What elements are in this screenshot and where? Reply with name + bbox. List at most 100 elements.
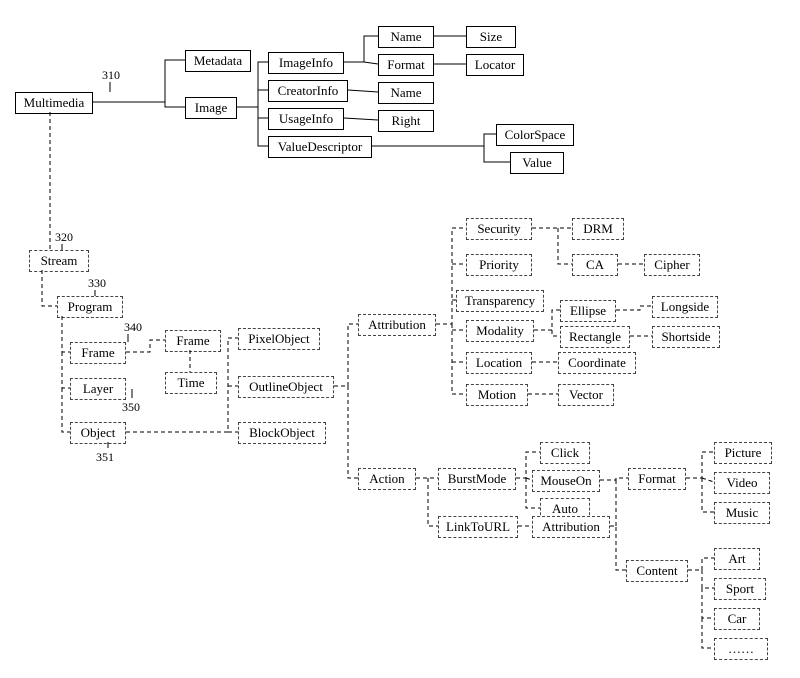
label: Car (728, 611, 747, 627)
node-content: Content (626, 560, 688, 582)
label: Image (195, 100, 227, 116)
ref-320: 320 (55, 230, 73, 245)
label: Picture (725, 445, 762, 461)
node-time: Time (165, 372, 217, 394)
label: Multimedia (24, 95, 85, 111)
label: Time (178, 375, 205, 391)
label: ImageInfo (279, 55, 333, 71)
ref-350: 350 (122, 400, 140, 415)
node-usageinfo: UsageInfo (268, 108, 344, 130)
ref-340: 340 (124, 320, 142, 335)
label: Security (477, 221, 520, 237)
node-picture: Picture (714, 442, 772, 464)
label: Size (480, 29, 502, 45)
node-pixelobject: PixelObject (238, 328, 320, 350)
node-program: Program (57, 296, 123, 318)
label: Vector (569, 387, 603, 403)
node-modality: Modality (466, 320, 534, 342)
node-format1: Format (378, 54, 434, 76)
node-value: Value (510, 152, 564, 174)
node-priority: Priority (466, 254, 532, 276)
label: CreatorInfo (278, 83, 339, 99)
label: Attribution (368, 317, 426, 333)
label: Locator (475, 57, 515, 73)
label: Frame (176, 333, 209, 349)
label: UsageInfo (279, 111, 333, 127)
label: Longside (661, 299, 709, 315)
label: Metadata (194, 53, 242, 69)
node-action: Action (358, 468, 416, 490)
label: Rectangle (569, 329, 621, 345)
node-multimedia: Multimedia (15, 92, 93, 114)
label: OutlineObject (249, 379, 323, 395)
label: Name (390, 85, 421, 101)
label: Format (387, 57, 425, 73)
node-name2: Name (378, 82, 434, 104)
label: Shortside (661, 329, 710, 345)
node-mouseon: MouseOn (532, 470, 600, 492)
node-valuedescriptor: ValueDescriptor (268, 136, 372, 158)
label: Motion (478, 387, 516, 403)
label: ValueDescriptor (278, 139, 362, 155)
label: Stream (41, 253, 78, 269)
node-transparency: Transparency (456, 290, 544, 312)
node-imageinfo: ImageInfo (268, 52, 344, 74)
label: Format (638, 471, 676, 487)
node-attribution2: Attribution (532, 516, 610, 538)
node-layer: Layer (70, 378, 126, 400)
node-sport: Sport (714, 578, 766, 600)
node-ellipse: Ellipse (560, 300, 616, 322)
label: Priority (479, 257, 519, 273)
node-attribution: Attribution (358, 314, 436, 336)
node-stream: Stream (29, 250, 89, 272)
label: Art (728, 551, 745, 567)
label: Cipher (654, 257, 689, 273)
label: LinkToURL (446, 519, 510, 535)
node-frame1: Frame (70, 342, 126, 364)
label: Click (551, 445, 579, 461)
label: Right (392, 113, 421, 129)
label: Location (476, 355, 522, 371)
label: Frame (81, 345, 114, 361)
label: …… (728, 641, 754, 657)
node-metadata: Metadata (185, 50, 251, 72)
node-cipher: Cipher (644, 254, 700, 276)
node-longside: Longside (652, 296, 718, 318)
node-security: Security (466, 218, 532, 240)
node-click: Click (540, 442, 590, 464)
node-shortside: Shortside (652, 326, 720, 348)
label: Name (390, 29, 421, 45)
label: Modality (476, 323, 524, 339)
label: Video (727, 475, 758, 491)
label: Action (369, 471, 404, 487)
node-linktourl: LinkToURL (438, 516, 518, 538)
label: BlockObject (249, 425, 315, 441)
node-size: Size (466, 26, 516, 48)
label: MouseOn (540, 473, 591, 489)
node-location: Location (466, 352, 532, 374)
node-outlineobject: OutlineObject (238, 376, 334, 398)
label: Ellipse (570, 303, 606, 319)
node-video: Video (714, 472, 770, 494)
node-coordinate: Coordinate (558, 352, 636, 374)
label: Music (726, 505, 759, 521)
ref-330: 330 (88, 276, 106, 291)
label: Coordinate (568, 355, 626, 371)
node-vector: Vector (558, 384, 614, 406)
node-object: Object (70, 422, 126, 444)
node-car: Car (714, 608, 760, 630)
node-format2: Format (628, 468, 686, 490)
label: BurstMode (448, 471, 507, 487)
label: Object (81, 425, 116, 441)
node-ca: CA (572, 254, 618, 276)
node-frame2: Frame (165, 330, 221, 352)
node-art: Art (714, 548, 760, 570)
label: Sport (726, 581, 754, 597)
node-blockobject: BlockObject (238, 422, 326, 444)
node-motion: Motion (466, 384, 528, 406)
label: CA (586, 257, 604, 273)
node-drm: DRM (572, 218, 624, 240)
label: Layer (83, 381, 113, 397)
node-name1: Name (378, 26, 434, 48)
label: Content (636, 563, 677, 579)
